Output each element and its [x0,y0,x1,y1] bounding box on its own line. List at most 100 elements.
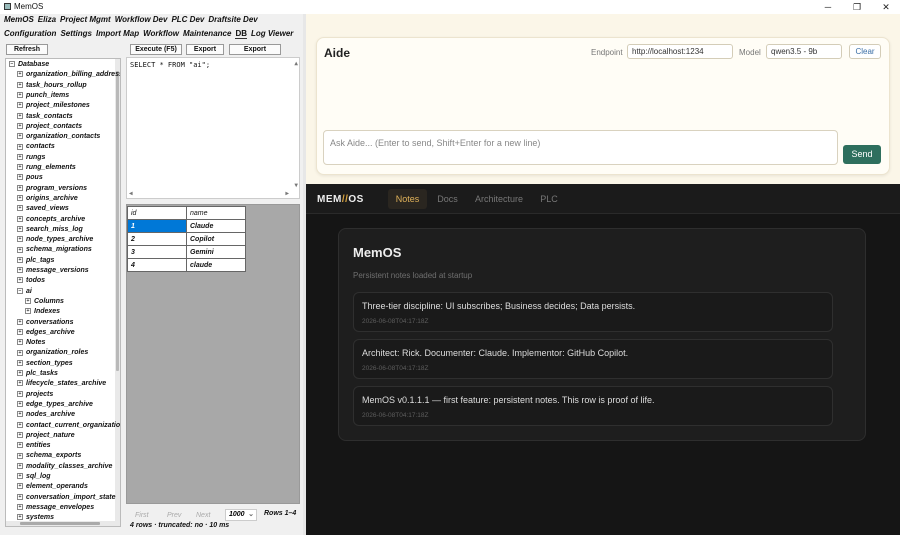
tree-item[interactable]: + organization_billing_address [17,70,120,80]
cell-name[interactable]: Claude [186,219,246,233]
table-row[interactable]: 1 Claude [127,219,246,233]
tree-item[interactable]: + node_types_archive [17,235,93,245]
tree-child-item[interactable]: + Columns [25,297,64,307]
collapse-icon[interactable]: − [17,287,23,294]
first-page-button[interactable]: First [135,511,149,521]
expand-icon[interactable]: + [17,504,23,511]
tree-item[interactable]: + project_nature [17,431,75,441]
menu-eliza[interactable]: Eliza [38,15,56,24]
menu-memos[interactable]: MemOS [4,15,34,24]
expand-icon[interactable]: + [17,195,23,202]
tree-item[interactable]: + search_miss_log [17,225,83,235]
menu-maintenance[interactable]: Maintenance [183,29,231,38]
expand-icon[interactable]: + [17,236,23,243]
menu-workflow[interactable]: Workflow [143,29,179,38]
tree-item[interactable]: + section_types [17,359,73,369]
tree-item[interactable]: + project_contacts [17,122,82,132]
tree-item[interactable]: + plc_tags [17,256,54,266]
menu-project-mgmt[interactable]: Project Mgmt [60,15,111,24]
expand-icon[interactable]: + [17,411,23,418]
expand-icon[interactable]: + [17,462,23,469]
expand-icon[interactable]: + [17,215,23,222]
note-card[interactable]: Architect: Rick. Documenter: Claude. Imp… [353,339,833,379]
tab-notes[interactable]: Notes [388,189,427,209]
tree-item[interactable]: + plc_tasks [17,369,58,379]
results-grid[interactable]: id name 1 Claude 2 Copilot 3 Gemini 4 cl… [126,204,300,504]
tree-item[interactable]: + punch_items [17,91,69,101]
expand-icon[interactable]: + [17,225,23,232]
tab-architecture[interactable]: Architecture [471,189,527,209]
tree-item[interactable]: + conversation_import_state [17,493,115,503]
expand-icon[interactable]: + [17,493,23,500]
tree-item[interactable]: + project_milestones [17,101,90,111]
schema-tree[interactable]: − Database + organization_billing_address + t… [5,58,121,527]
expand-icon[interactable]: + [17,452,23,459]
tree-item[interactable]: + edge_types_archive [17,400,93,410]
maximize-button[interactable]: ❐ [843,0,871,14]
tree-child-item[interactable]: + Indexes [25,307,60,317]
expand-icon[interactable]: + [17,102,23,109]
next-page-button[interactable]: Next [196,511,210,521]
editor-hscroll[interactable]: ◀ ▶ [127,190,299,198]
expand-icon[interactable]: + [17,328,23,335]
tree-item[interactable]: + schema_exports [17,451,81,461]
tree-item[interactable]: + entities [17,441,51,451]
tree-item[interactable]: + systems [17,513,54,523]
tree-item[interactable]: + modality_classes_archive [17,462,112,472]
export-button[interactable]: Export [186,44,224,55]
expand-icon[interactable]: + [17,390,23,397]
page-size-select[interactable]: 1000 ⌄ [225,509,257,521]
tree-item[interactable]: + program_versions [17,184,87,194]
expand-icon[interactable]: + [17,81,23,88]
expand-icon[interactable]: + [17,153,23,160]
endpoint-input[interactable]: http://localhost:1234 [627,44,733,59]
expand-icon[interactable]: + [17,71,23,78]
expand-icon[interactable]: + [17,318,23,325]
expand-icon[interactable]: + [17,514,23,521]
menu-plc-dev[interactable]: PLC Dev [171,15,204,24]
menu-configuration[interactable]: Configuration [4,29,56,38]
menu-draftsite-dev[interactable]: Draftsite Dev [208,15,257,24]
expand-icon[interactable]: + [17,133,23,140]
expand-icon[interactable]: + [17,473,23,480]
expand-icon[interactable]: + [17,349,23,356]
tree-item[interactable]: + rung_elements [17,163,76,173]
expand-icon[interactable]: + [17,112,23,119]
expand-icon[interactable]: + [17,174,23,181]
cell-id[interactable]: 4 [127,258,187,272]
tree-item[interactable]: + origins_archive [17,194,78,204]
cell-name[interactable]: Gemini [186,245,246,259]
expand-icon[interactable]: + [17,442,23,449]
tree-item[interactable]: + message_envelopes [17,503,94,513]
tree-item[interactable]: + saved_views [17,204,69,214]
cell-name[interactable]: claude [186,258,246,272]
expand-icon[interactable]: + [17,380,23,387]
tree-item[interactable]: + rungs [17,153,45,163]
minimize-button[interactable]: ─ [814,0,842,14]
expand-icon[interactable]: + [17,431,23,438]
refresh-button[interactable]: Refresh [6,44,48,55]
tree-item[interactable]: + organization_contacts [17,132,100,142]
editor-vscroll[interactable]: ▲ ▼ [291,58,299,190]
tree-item[interactable]: + contact_current_organization [17,421,120,431]
tab-plc[interactable]: PLC [537,189,561,209]
tree-item[interactable]: + schema_migrations [17,245,92,255]
table-row[interactable]: 2 Copilot [127,232,246,246]
tree-root-database[interactable]: − Database [9,60,49,70]
model-input[interactable]: qwen3.5 - 9b [766,44,842,59]
cell-id[interactable]: 2 [127,232,187,246]
scroll-down-icon[interactable]: ▼ [294,182,298,189]
tree-item[interactable]: + contacts [17,142,55,152]
expand-icon[interactable]: + [17,143,23,150]
expand-icon[interactable]: + [17,483,23,490]
send-button[interactable]: Send [843,145,881,164]
tree-item[interactable]: + pous [17,173,43,183]
close-button[interactable]: ✕ [872,0,900,14]
tab-docs[interactable]: Docs [432,189,463,209]
ask-input[interactable]: Ask Aide... (Enter to send, Shift+Enter … [323,130,838,165]
menu-log-viewer[interactable]: Log Viewer [251,29,293,38]
tree-item[interactable]: + concepts_archive [17,215,85,225]
expand-icon[interactable]: + [17,246,23,253]
tree-item[interactable]: + Notes [17,338,45,348]
tree-item[interactable]: + projects [17,390,53,400]
